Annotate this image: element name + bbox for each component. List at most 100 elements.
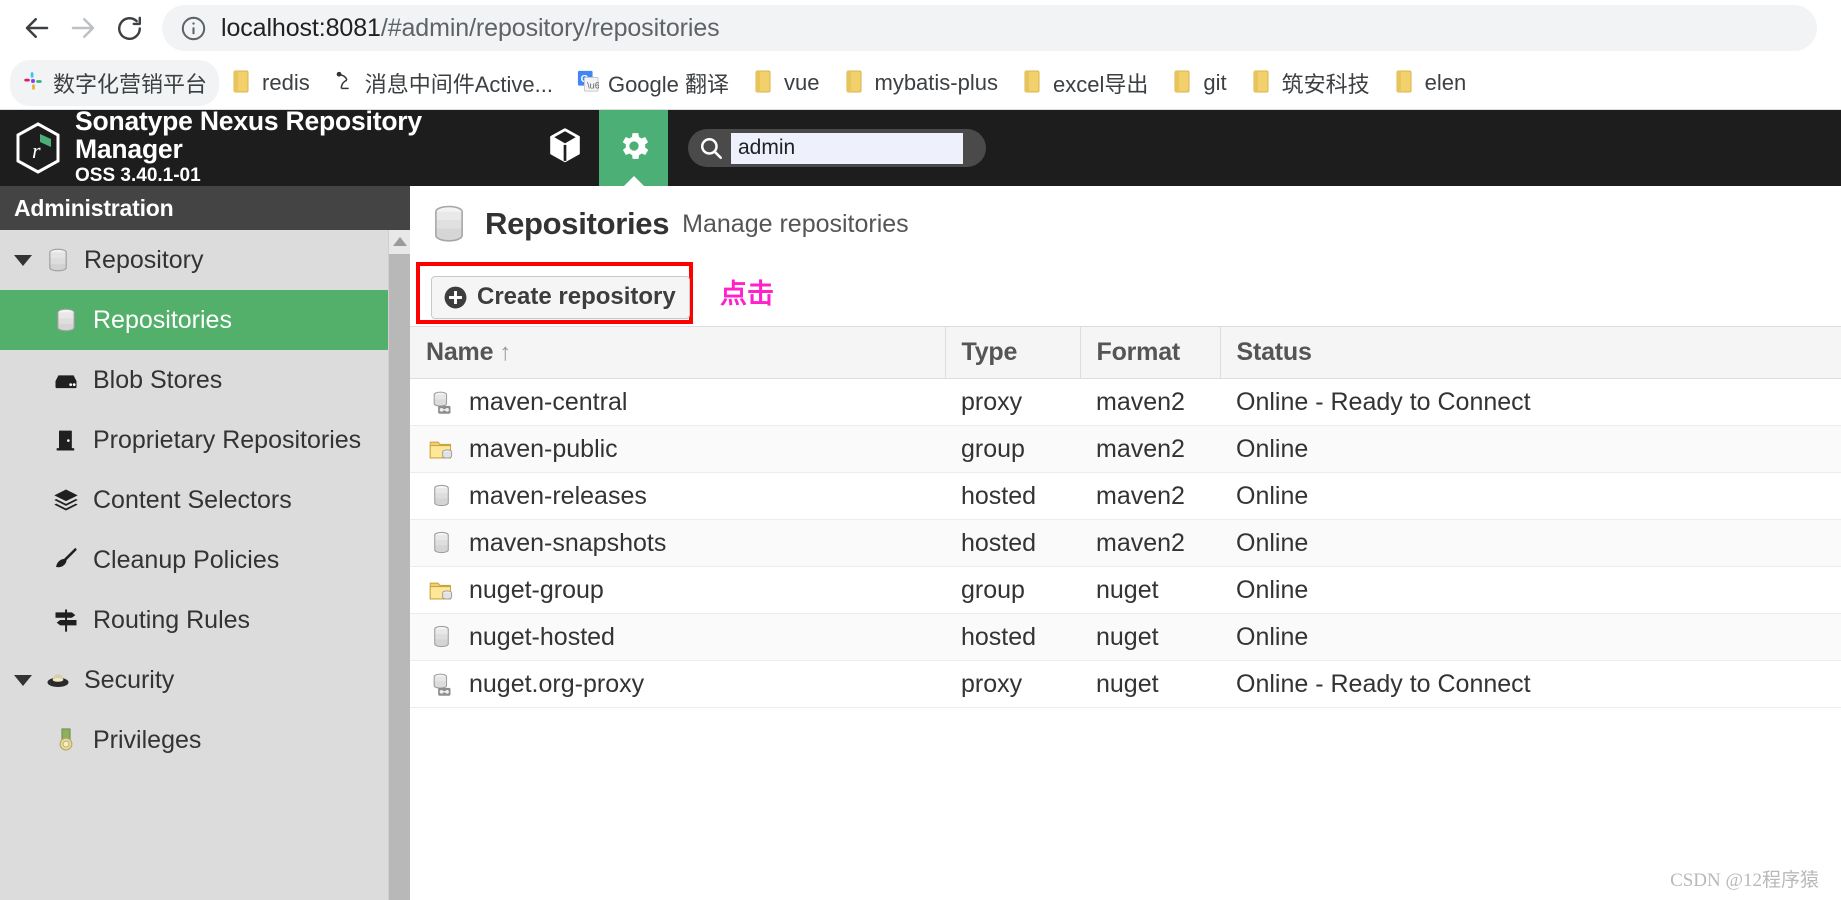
create-repository-label: Create repository (477, 283, 676, 310)
forward-button[interactable] (60, 5, 106, 51)
address-bar[interactable]: localhost:8081/#admin/repository/reposit… (162, 5, 1817, 51)
bookmark-item[interactable]: 筑安科技 (1239, 60, 1382, 106)
create-repository-button[interactable]: Create repository (431, 276, 690, 319)
chevron-down-icon[interactable] (14, 254, 32, 266)
nexus-logo-icon: r (14, 122, 62, 174)
sidebar-item-label: Proprietary Repositories (93, 425, 362, 454)
bookmark-label: git (1203, 69, 1227, 95)
sidebar-item-blob-stores[interactable]: Blob Stores (0, 350, 410, 410)
cell-name: maven-central (410, 378, 945, 426)
cell-format: maven2 (1080, 519, 1220, 567)
sidebar-item-cleanup-policies[interactable]: Cleanup Policies (0, 530, 410, 590)
repo-name: nuget-hosted (469, 622, 615, 651)
bookmark-label: redis (262, 69, 310, 95)
blobstore-icon (52, 366, 80, 394)
app-header: r Sonatype Nexus Repository Manager OSS … (0, 107, 1841, 186)
main-content: Repositories Manage repositories Create … (410, 186, 1841, 900)
sidebar-item-content-selectors[interactable]: Content Selectors (0, 470, 410, 530)
bookmark-label: Google 翻译 (607, 71, 730, 97)
cell-name: maven-releases (410, 472, 945, 520)
site-info-icon[interactable] (180, 15, 207, 42)
svg-text:r: r (32, 138, 41, 163)
bookmark-item[interactable]: git (1160, 63, 1238, 103)
bookmark-label: 消息中间件Active... (364, 71, 553, 97)
app-version: OSS 3.40.1-01 (75, 164, 201, 186)
cell-name: maven-public (410, 425, 945, 473)
cell-format: nuget (1080, 660, 1220, 708)
back-button[interactable] (14, 5, 60, 51)
repo-name: maven-releases (469, 481, 647, 510)
column-header-format[interactable]: Format (1080, 326, 1221, 379)
cell-type: hosted (945, 472, 1080, 520)
sidebar-item-proprietary-repositories[interactable]: Proprietary Repositories (0, 410, 410, 470)
cell-status: Online - Ready to Connect (1220, 660, 1841, 708)
column-header-status[interactable]: Status (1220, 326, 1841, 379)
search-box[interactable] (688, 129, 986, 167)
cell-status: Online (1220, 519, 1841, 567)
table-row[interactable]: maven-public group maven2 Online (410, 425, 1841, 473)
cell-name: maven-snapshots (410, 519, 945, 567)
scrollbar-up-arrow[interactable] (389, 230, 411, 252)
security-icon (44, 666, 72, 694)
cell-name: nuget-hosted (410, 613, 945, 661)
bookmark-item[interactable]: G\u6587 Google 翻译 (565, 60, 741, 106)
group-repo-icon (428, 577, 455, 604)
table-row[interactable]: nuget-hosted hosted nuget Online (410, 613, 1841, 661)
bookmark-item[interactable]: vue (741, 63, 831, 103)
bookmark-label: mybatis-plus (874, 69, 998, 95)
sidebar-group-repository[interactable]: Repository (0, 230, 410, 290)
broom-icon (52, 546, 80, 574)
group-repo-icon (428, 436, 455, 463)
bookmark-item[interactable]: excel导出 (1010, 60, 1160, 106)
sidebar-section-title: Administration (0, 186, 410, 230)
bookmark-label: 筑安科技 (1281, 71, 1370, 97)
page-subtitle: Manage repositories (682, 209, 909, 238)
folder-icon (753, 70, 775, 96)
page-header: Repositories Manage repositories (410, 186, 1841, 260)
table-row[interactable]: nuget-group group nuget Online (410, 566, 1841, 614)
cell-format: nuget (1080, 566, 1220, 614)
table-row[interactable]: maven-snapshots hosted maven2 Online (410, 519, 1841, 567)
sidebar-item-label: Cleanup Policies (93, 545, 280, 574)
cell-type: hosted (945, 613, 1080, 661)
bookmark-item[interactable]: mybatis-plus (832, 63, 1010, 103)
chevron-down-icon[interactable] (14, 674, 32, 686)
cell-status: Online (1220, 613, 1841, 661)
scrollbar-thumb[interactable] (389, 254, 411, 900)
cell-format: maven2 (1080, 378, 1220, 426)
bookmark-item[interactable]: 消息中间件Active... (322, 60, 565, 106)
sidebar-item-routing-rules[interactable]: Routing Rules (0, 590, 410, 650)
search-icon (698, 135, 724, 161)
table-row[interactable]: nuget.org-proxy proxy nuget Online - Rea… (410, 660, 1841, 708)
svg-text:\u6587: \u6587 (587, 80, 599, 90)
sidebar-group-security[interactable]: Security (0, 650, 410, 710)
repo-name: nuget.org-proxy (469, 669, 645, 698)
cube-icon (548, 127, 582, 170)
sidebar-scrollbar[interactable] (388, 230, 411, 900)
privileges-icon (52, 726, 80, 754)
brand-block[interactable]: r Sonatype Nexus Repository Manager OSS … (0, 107, 530, 186)
search-input[interactable] (731, 132, 963, 164)
sidebar-item-repositories[interactable]: Repositories (0, 290, 410, 350)
bookmark-item[interactable]: elen (1382, 63, 1479, 103)
sidebar-group-label: Security (84, 665, 175, 694)
cell-status: Online (1220, 425, 1841, 473)
bookmark-item[interactable]: 数字化营销平台 (10, 59, 220, 106)
sidebar-item-privileges[interactable]: Privileges (0, 710, 410, 770)
plus-circle-icon (443, 285, 468, 310)
cell-type: group (945, 566, 1080, 614)
reload-button[interactable] (106, 5, 152, 51)
administration-button[interactable] (599, 110, 668, 186)
table-row[interactable]: maven-releases hosted maven2 Online (410, 472, 1841, 520)
cell-status: Online (1220, 472, 1841, 520)
column-header-name[interactable]: Name ↑ (410, 326, 946, 379)
database-icon (52, 306, 80, 334)
table-row[interactable]: maven-central proxy maven2 Online - Read… (410, 378, 1841, 426)
browse-button[interactable] (530, 110, 599, 186)
column-header-type[interactable]: Type (945, 326, 1081, 379)
sidebar-item-label: Content Selectors (93, 485, 292, 514)
page-title: Repositories (485, 206, 670, 241)
gear-icon (616, 128, 652, 169)
bookmark-item[interactable]: redis (219, 63, 322, 103)
sidebar-item-label: Repositories (93, 305, 232, 334)
